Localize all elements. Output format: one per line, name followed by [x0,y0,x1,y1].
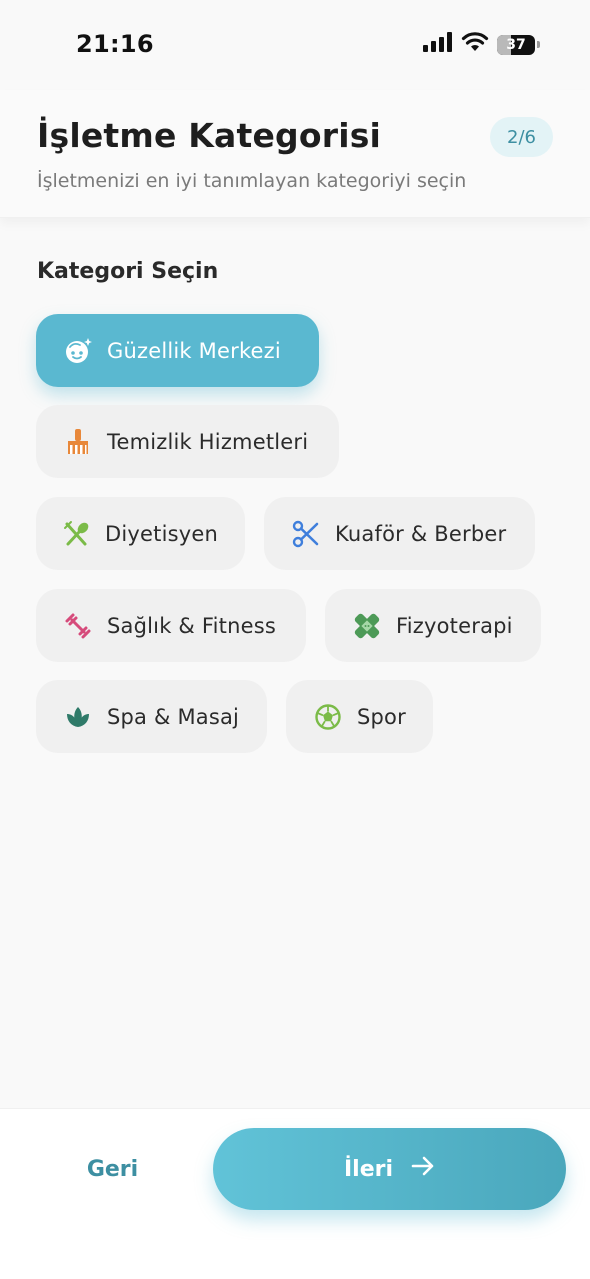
status-time: 21:16 [76,30,154,58]
battery-cap [537,41,540,48]
category-chip-saglik-fitness[interactable]: Sağlık & Fitness [36,589,306,662]
page-title: İşletme Kategorisi [37,116,382,155]
category-label: Temizlik Hizmetleri [107,429,309,454]
category-chip-spa-masaj[interactable]: Spa & Masaj [36,680,267,753]
footer: Geri İleri [0,1108,590,1279]
category-row: Güzellik Merkezi [36,314,319,387]
category-chip-guzellik-merkezi[interactable]: Güzellik Merkezi [36,314,319,387]
lotus-icon [63,702,93,732]
step-badge: 2/6 [490,117,553,157]
category-chip-spor[interactable]: Spor [286,680,433,753]
arrow-right-icon [411,1155,435,1183]
next-button[interactable]: İleri [213,1128,566,1210]
category-row: Sağlık & Fitness Fizyoterapi [36,589,541,662]
broom-icon [63,427,93,457]
back-button[interactable]: Geri [60,1133,165,1205]
category-row: Temizlik Hizmetleri [36,405,339,478]
face-sparkle-icon [63,336,93,366]
category-label: Kuaför & Berber [335,521,507,546]
category-label: Sağlık & Fitness [107,613,277,638]
status-bar: 21:16 37 [0,0,590,90]
next-button-label: İleri [343,1156,394,1182]
fork-spoon-icon [63,519,91,549]
category-chip-fizyoterapi[interactable]: Fizyoterapi [325,589,541,662]
category-label: Spor [357,704,406,729]
category-label: Spa & Masaj [107,704,240,729]
category-chip-kuafor-berber[interactable]: Kuaför & Berber [264,497,535,570]
section-label: Kategori Seçin [37,259,219,284]
header: İşletme Kategorisi İşletmenizi en iyi ta… [0,90,590,218]
category-chip-diyetisyen[interactable]: Diyetisyen [36,497,245,570]
category-label: Diyetisyen [105,521,219,546]
category-label: Güzellik Merkezi [107,338,281,363]
soccer-ball-icon [313,702,343,732]
category-row: Spa & Masaj Spor [36,680,433,753]
category-label: Fizyoterapi [396,613,513,638]
dumbbell-icon [63,611,93,641]
category-row: Diyetisyen Kuaför & Berber [36,497,535,570]
battery-icon: 37 [497,34,535,55]
signal-icon [423,32,453,57]
wifi-icon [461,32,489,57]
category-chip-temizlik-hizmetleri[interactable]: Temizlik Hizmetleri [36,405,339,478]
status-icons: 37 [423,32,540,57]
scissors-icon [291,519,321,549]
bandage-icon [352,611,382,641]
page-subtitle: İşletmenizi en iyi tanımlayan kategoriyi… [37,170,467,192]
battery-percent: 37 [506,36,526,53]
